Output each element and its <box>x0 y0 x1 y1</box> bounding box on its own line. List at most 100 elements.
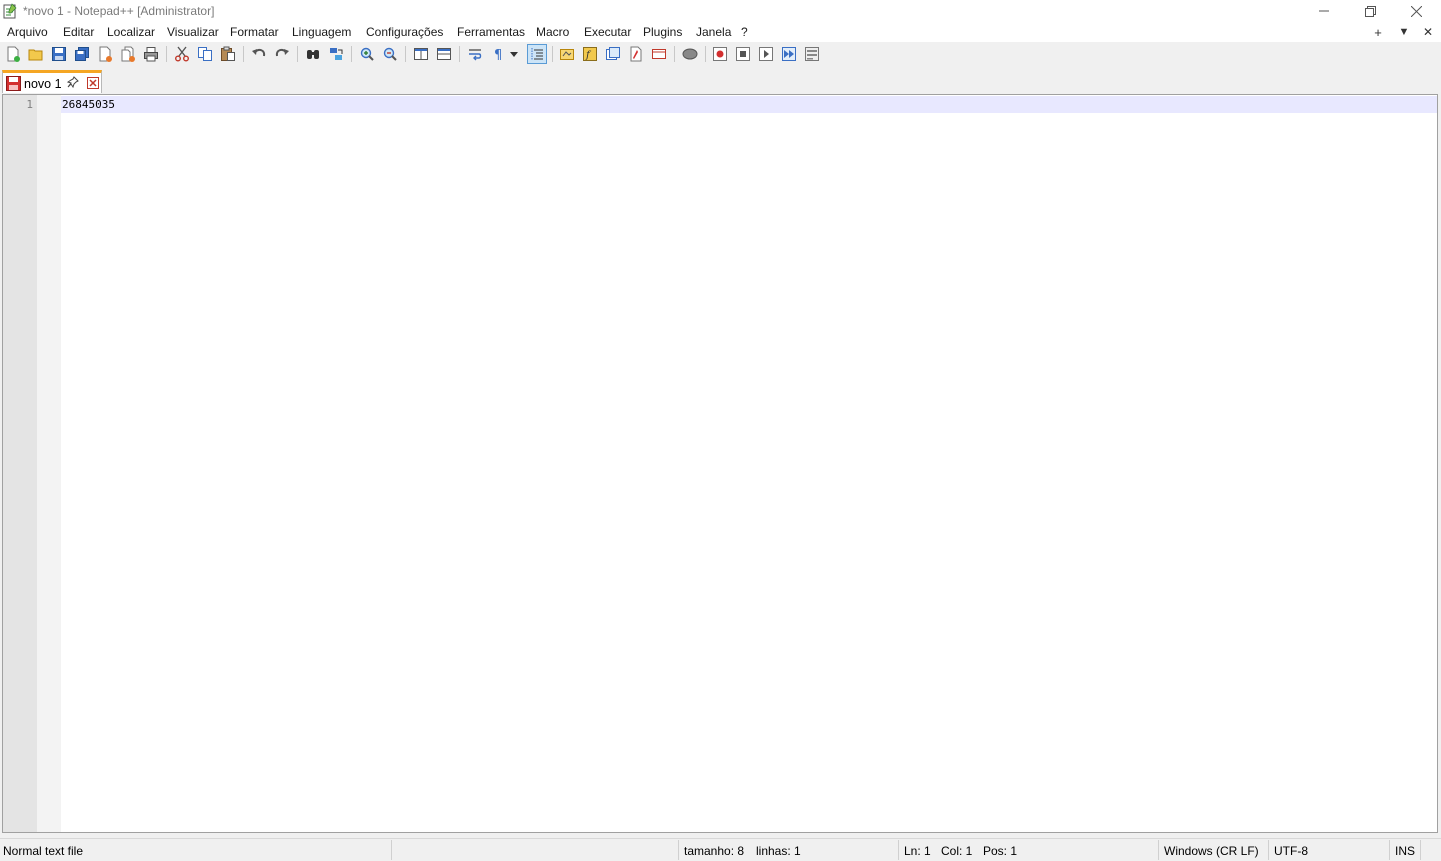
menu-janela[interactable]: Janela <box>696 25 731 39</box>
zoom-out-button[interactable] <box>381 45 399 63</box>
unsaved-file-icon <box>6 76 21 91</box>
save-macro-button[interactable] <box>803 45 821 63</box>
sync-horizontal-scroll-button[interactable] <box>435 45 453 63</box>
menu-executar[interactable]: Executar <box>584 25 631 39</box>
status-col: Col: 1 <box>941 844 973 858</box>
menu-arquivo[interactable]: Arquivo <box>7 25 48 39</box>
document-map-button[interactable] <box>558 45 576 63</box>
restore-button[interactable] <box>1347 0 1393 22</box>
function-list-button[interactable]: f <box>581 45 599 63</box>
document-map-icon <box>560 49 574 60</box>
toolbar-separator <box>243 46 244 62</box>
editor-line-text[interactable]: 26845035 <box>62 98 115 111</box>
indent-guide-button[interactable] <box>527 44 547 64</box>
new-file-button[interactable] <box>4 45 22 63</box>
comment-toggle-button[interactable] <box>681 45 699 63</box>
document-monitoring-button[interactable] <box>627 45 645 63</box>
menu-plugins[interactable]: Plugins <box>643 25 682 39</box>
restore-icon <box>1364 5 1376 17</box>
close-file-icon <box>99 46 112 62</box>
new-document-plus-button[interactable]: + <box>1369 23 1387 41</box>
minimize-button[interactable] <box>1301 0 1347 22</box>
redo-icon <box>275 48 289 57</box>
pilcrow-icon: ¶ <box>494 48 502 62</box>
close-all-button[interactable] <box>119 45 137 63</box>
menu-visualizar[interactable]: Visualizar <box>167 25 219 39</box>
status-encoding[interactable]: UTF-8 <box>1274 844 1308 858</box>
fold-margin[interactable] <box>37 95 61 832</box>
sync-vertical-icon <box>414 48 428 60</box>
status-file-type: Normal text file <box>3 844 84 858</box>
status-bar: Normal text file tamanho: 8 linhas: 1 Ln… <box>0 838 1441 861</box>
close-document-button[interactable]: ✕ <box>1419 23 1437 41</box>
zoom-in-icon <box>360 47 374 61</box>
line-number-margin <box>3 95 37 832</box>
monitoring-icon <box>630 46 642 62</box>
toolbar-separator <box>351 46 352 62</box>
tab-list-dropdown-button[interactable]: ▼ <box>1395 23 1413 41</box>
redo-button[interactable] <box>273 45 291 63</box>
run-macro-multiple-button[interactable] <box>780 45 798 63</box>
zoom-in-button[interactable] <box>358 45 376 63</box>
tab-label: novo 1 <box>24 77 62 91</box>
menu-formatar[interactable]: Formatar <box>230 25 279 39</box>
close-window-button[interactable] <box>1393 0 1439 22</box>
toolbar-separator <box>297 46 298 62</box>
word-wrap-button[interactable] <box>466 45 484 63</box>
find-button[interactable] <box>304 45 322 63</box>
user-defined-language-button[interactable] <box>650 45 668 63</box>
status-length: tamanho: 8 <box>684 844 745 858</box>
menu-ferramentas[interactable]: Ferramentas <box>457 25 525 39</box>
menu-localizar[interactable]: Localizar <box>107 25 155 39</box>
toolbar-separator <box>405 46 406 62</box>
close-all-icon <box>121 46 135 62</box>
status-separator <box>1420 840 1421 860</box>
open-file-button[interactable] <box>27 45 45 63</box>
print-button[interactable] <box>142 45 160 63</box>
tab-novo-1[interactable]: novo 1 <box>2 70 102 93</box>
editor-area[interactable]: 1 26845035 <box>2 94 1438 833</box>
notepad-plus-plus-app-icon <box>3 3 17 19</box>
status-eol[interactable]: Windows (CR LF) <box>1164 844 1259 858</box>
undo-icon <box>252 48 266 57</box>
binoculars-icon <box>307 50 319 59</box>
undo-button[interactable] <box>250 45 268 63</box>
menu-macro[interactable]: Macro <box>536 25 569 39</box>
copy-button[interactable] <box>196 45 214 63</box>
save-all-icon <box>75 47 89 61</box>
menu-configuracoes[interactable]: Configurações <box>366 25 443 39</box>
save-button[interactable] <box>50 45 68 63</box>
replace-button[interactable] <box>327 45 345 63</box>
show-characters-dropdown-button[interactable] <box>508 45 520 63</box>
stop-recording-button[interactable] <box>734 45 752 63</box>
menu-help[interactable]: ? <box>741 25 748 39</box>
status-insert-mode[interactable]: INS <box>1395 844 1415 858</box>
window-title: *novo 1 - Notepad++ [Administrator] <box>23 4 215 18</box>
status-ln: Ln: 1 <box>904 844 931 858</box>
save-all-button[interactable] <box>73 45 91 63</box>
scissors-icon <box>175 46 189 62</box>
status-separator <box>898 840 899 860</box>
close-tab-icon[interactable] <box>87 77 99 89</box>
cut-button[interactable] <box>173 45 191 63</box>
show-all-characters-button[interactable]: ¶ <box>489 45 507 63</box>
toolbar-separator <box>705 46 706 62</box>
open-folder-icon <box>28 49 43 61</box>
sync-vertical-scroll-button[interactable] <box>412 45 430 63</box>
status-separator <box>391 840 392 860</box>
pin-icon[interactable] <box>67 76 79 88</box>
close-file-button[interactable] <box>96 45 114 63</box>
menu-linguagem[interactable]: Linguagem <box>292 25 351 39</box>
menu-editar[interactable]: Editar <box>63 25 94 39</box>
toolbar-separator <box>552 46 553 62</box>
folder-as-workspace-button[interactable] <box>604 45 622 63</box>
zoom-out-icon <box>383 47 397 61</box>
toolbar-separator <box>166 46 167 62</box>
new-file-icon <box>7 46 20 62</box>
start-recording-button[interactable] <box>711 45 729 63</box>
playback-button[interactable] <box>757 45 775 63</box>
replace-icon <box>330 48 343 60</box>
close-icon <box>1410 5 1422 17</box>
paste-button[interactable] <box>219 45 237 63</box>
play-icon <box>759 47 773 61</box>
